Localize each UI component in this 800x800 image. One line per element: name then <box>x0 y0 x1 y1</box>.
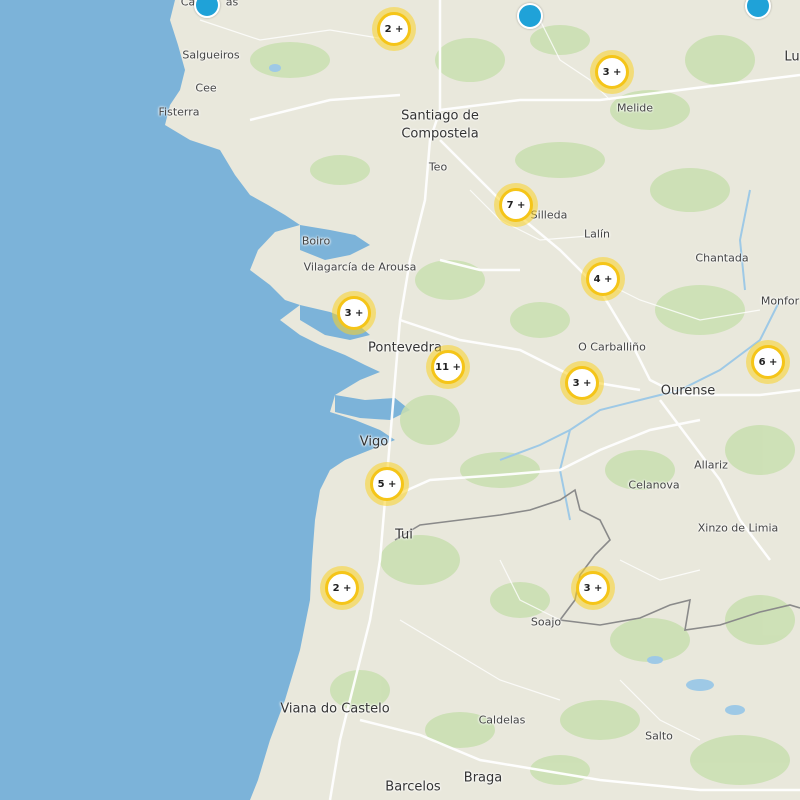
marker-cluster[interactable]: 5 + <box>365 462 409 506</box>
place-label: Compostela <box>401 126 479 142</box>
place-label: Tui <box>395 527 413 543</box>
marker-cluster[interactable]: 3 + <box>332 291 376 335</box>
marker-cluster[interactable]: 7 + <box>494 183 538 227</box>
cluster-count-label: 3 + <box>576 571 610 605</box>
place-label: Lalín <box>584 227 610 241</box>
marker-cluster[interactable]: 6 + <box>746 340 790 384</box>
place-label: Boiro <box>301 234 331 248</box>
place-label: Braga <box>463 770 503 786</box>
place-label: Santiago de <box>401 108 479 124</box>
cluster-count-label: 3 + <box>595 55 629 89</box>
marker-cluster[interactable]: 11 + <box>426 345 470 389</box>
place-label: Melide <box>616 101 654 115</box>
cluster-count-label: 11 + <box>431 350 465 384</box>
place-label: Cee <box>195 81 217 95</box>
map-base-layer <box>0 0 800 800</box>
place-label: Allariz <box>694 458 728 472</box>
place-label: Vigo <box>359 434 389 450</box>
cluster-count-label: 7 + <box>499 188 533 222</box>
place-label: Viana do Castelo <box>280 701 390 717</box>
cluster-count-label: 3 + <box>337 296 371 330</box>
cluster-count-label: 2 + <box>325 571 359 605</box>
place-label: Teo <box>428 160 448 174</box>
place-label: Caldelas <box>478 713 526 727</box>
place-label: Soajo <box>530 615 562 629</box>
place-label: as <box>225 0 239 9</box>
marker-cluster[interactable]: 2 + <box>320 566 364 610</box>
place-label: Xinzo de Limia <box>697 521 779 535</box>
place-label: Celanova <box>628 478 680 492</box>
marker-cluster[interactable]: 4 + <box>581 257 625 301</box>
cluster-count-label: 3 + <box>565 366 599 400</box>
cluster-count-label: 5 + <box>370 467 404 501</box>
map-view[interactable]: Ca as Salgueiros Cee Fisterra Santiago de Comp… <box>0 0 800 800</box>
place-label: Vilagarcía de Arousa <box>303 260 417 274</box>
place-label: Monfor <box>760 294 800 308</box>
place-label: O Carballiño <box>578 340 646 354</box>
marker-cluster[interactable]: 3 + <box>590 50 634 94</box>
place-label: Lu <box>784 49 800 65</box>
place-label: Chantada <box>695 251 749 265</box>
place-label: Fisterra <box>158 105 200 119</box>
cluster-count-label: 6 + <box>751 345 785 379</box>
place-label: Barcelos <box>385 779 441 795</box>
place-label: Ourense <box>660 383 716 399</box>
place-label: Salgueiros <box>182 48 240 62</box>
location-pin-icon[interactable] <box>517 3 543 29</box>
marker-cluster[interactable]: 2 + <box>372 7 416 51</box>
place-label: Salto <box>645 729 673 743</box>
cluster-count-label: 2 + <box>377 12 411 46</box>
cluster-count-label: 4 + <box>586 262 620 296</box>
marker-cluster[interactable]: 3 + <box>560 361 604 405</box>
marker-cluster[interactable]: 3 + <box>571 566 615 610</box>
